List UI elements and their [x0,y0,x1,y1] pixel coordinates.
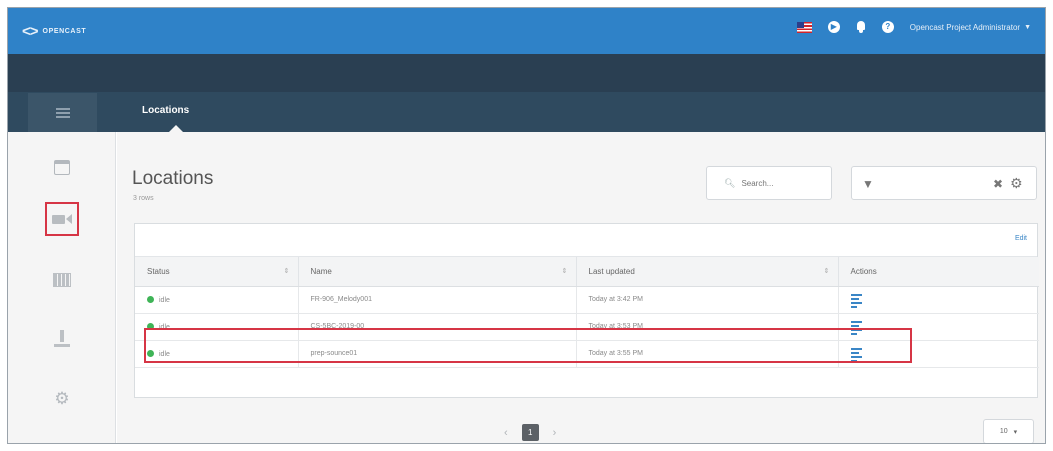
page-size-value: 10 [999,428,1008,435]
tab-locations[interactable]: Locations [142,105,189,116]
notifications-bell-icon[interactable] [856,21,866,33]
updated-cell: Today at 3:53 PM [576,313,839,341]
sort-icon: ⇕ [561,268,568,275]
help-icon[interactable]: ? [881,21,894,33]
main-menu-button[interactable] [28,93,97,132]
table-toolbar: Edit [135,224,1037,257]
nav-bar-upper [8,54,1045,92]
name-cell: FR-906_Melody001 [298,286,577,314]
filter-box[interactable]: ▼ ✖ ⚙ [851,166,1037,200]
active-tab-indicator [169,125,183,132]
locations-table: Status ⇕ Name ⇕ Last updated ⇕ Actions idle… [135,257,1039,368]
updated-cell: Today at 3:42 PM [576,286,839,314]
main-content: Locations 3 rows 🔍︎ ▼ ✖ ⚙ Edit Status⇕ [117,132,1045,443]
status-cell: idle [135,340,299,368]
current-page-button[interactable]: 1 [521,424,539,441]
app-logo[interactable]: <> OPENCAST [22,23,86,40]
details-list-icon[interactable] [850,294,862,308]
opencast-logo-icon: <> [22,23,39,40]
search-box[interactable]: 🔍︎ [706,166,832,200]
status-cell: idle [135,313,299,341]
page-title: Locations [132,168,214,189]
status-dot-icon [147,322,154,330]
sidebar-item-events[interactable] [45,150,79,184]
status-dot-icon [147,295,154,303]
ingest-icon [53,330,71,348]
calendar-icon [54,159,70,175]
logo-text: OPENCAST [42,28,87,35]
language-flag-icon[interactable] [796,21,812,33]
actions-cell [838,286,1039,314]
page-size-select[interactable]: 10 ▾ [983,419,1034,443]
status-cell: idle [135,286,299,314]
table-row[interactable]: idle CS-5BC-2019-00 Today at 3:53 PM [135,313,1039,341]
search-input[interactable] [741,178,812,188]
top-bar-actions: ▶ ? Opencast Project Administrator ▼ [796,21,1031,33]
updated-cell: Today at 3:55 PM [576,340,839,368]
actions-cell [838,340,1039,368]
hamburger-icon [55,107,70,118]
chevron-down-icon: ▾ [1013,428,1018,436]
recordings-icon [53,273,71,287]
chevron-down-icon: ▼ [1024,23,1031,31]
clear-filters-icon[interactable]: ✖ [993,177,1003,191]
search-icon: 🔍︎ [724,177,736,188]
name-cell: prep-sounce01 [298,340,577,368]
name-cell: CS-5BC-2019-00 [298,313,577,341]
details-list-icon[interactable] [850,321,862,335]
column-header-last-updated[interactable]: Last updated ⇕ [576,257,839,287]
sidebar-item-ingest[interactable] [45,322,79,356]
sidebar-item-capture[interactable] [45,202,79,236]
sidebar-item-recordings[interactable] [45,263,79,297]
user-name: Opencast Project Administrator [909,22,1021,32]
user-menu[interactable]: Opencast Project Administrator ▼ [910,23,1031,32]
next-page-icon[interactable]: › [553,427,557,439]
studio-icon[interactable]: ▶ [827,21,840,33]
sort-icon: ⇕ [283,268,290,275]
table-row[interactable]: idle prep-sounce01 Today at 3:55 PM [135,340,1039,368]
locations-table-panel: Edit Status ⇕ Name ⇕ Last updated ⇕ Actions [134,223,1039,398]
table-header-row: Status ⇕ Name ⇕ Last updated ⇕ Actions [135,257,1039,287]
column-header-status[interactable]: Status ⇕ [135,257,299,287]
sidebar-item-configuration[interactable]: ⚙ [45,381,79,415]
table-row[interactable]: idle FR-906_Melody001 Today at 3:42 PM [135,286,1039,314]
pagination: ‹ 1 › [504,424,556,441]
filter-settings-icon[interactable]: ⚙ [1010,175,1023,192]
sort-icon: ⇕ [823,268,830,275]
app-window: <> OPENCAST ▶ ? Opencast Project Adminis… [7,7,1046,444]
column-header-actions: Actions [838,257,1039,287]
previous-page-icon[interactable]: ‹ [504,427,508,439]
column-header-name[interactable]: Name ⇕ [298,257,577,287]
filter-funnel-icon: ▼ [862,177,874,191]
status-dot-icon [147,349,154,357]
row-count: 3 rows [133,195,154,202]
sidebar: ⚙ [8,132,116,443]
settings-gear-icon: ⚙ [54,388,70,408]
edit-columns-link[interactable]: Edit [1015,235,1027,242]
details-list-icon[interactable] [850,348,862,362]
actions-cell [838,313,1039,341]
top-bar: <> OPENCAST ▶ ? Opencast Project Adminis… [8,8,1045,54]
capture-agent-icon [52,214,72,224]
